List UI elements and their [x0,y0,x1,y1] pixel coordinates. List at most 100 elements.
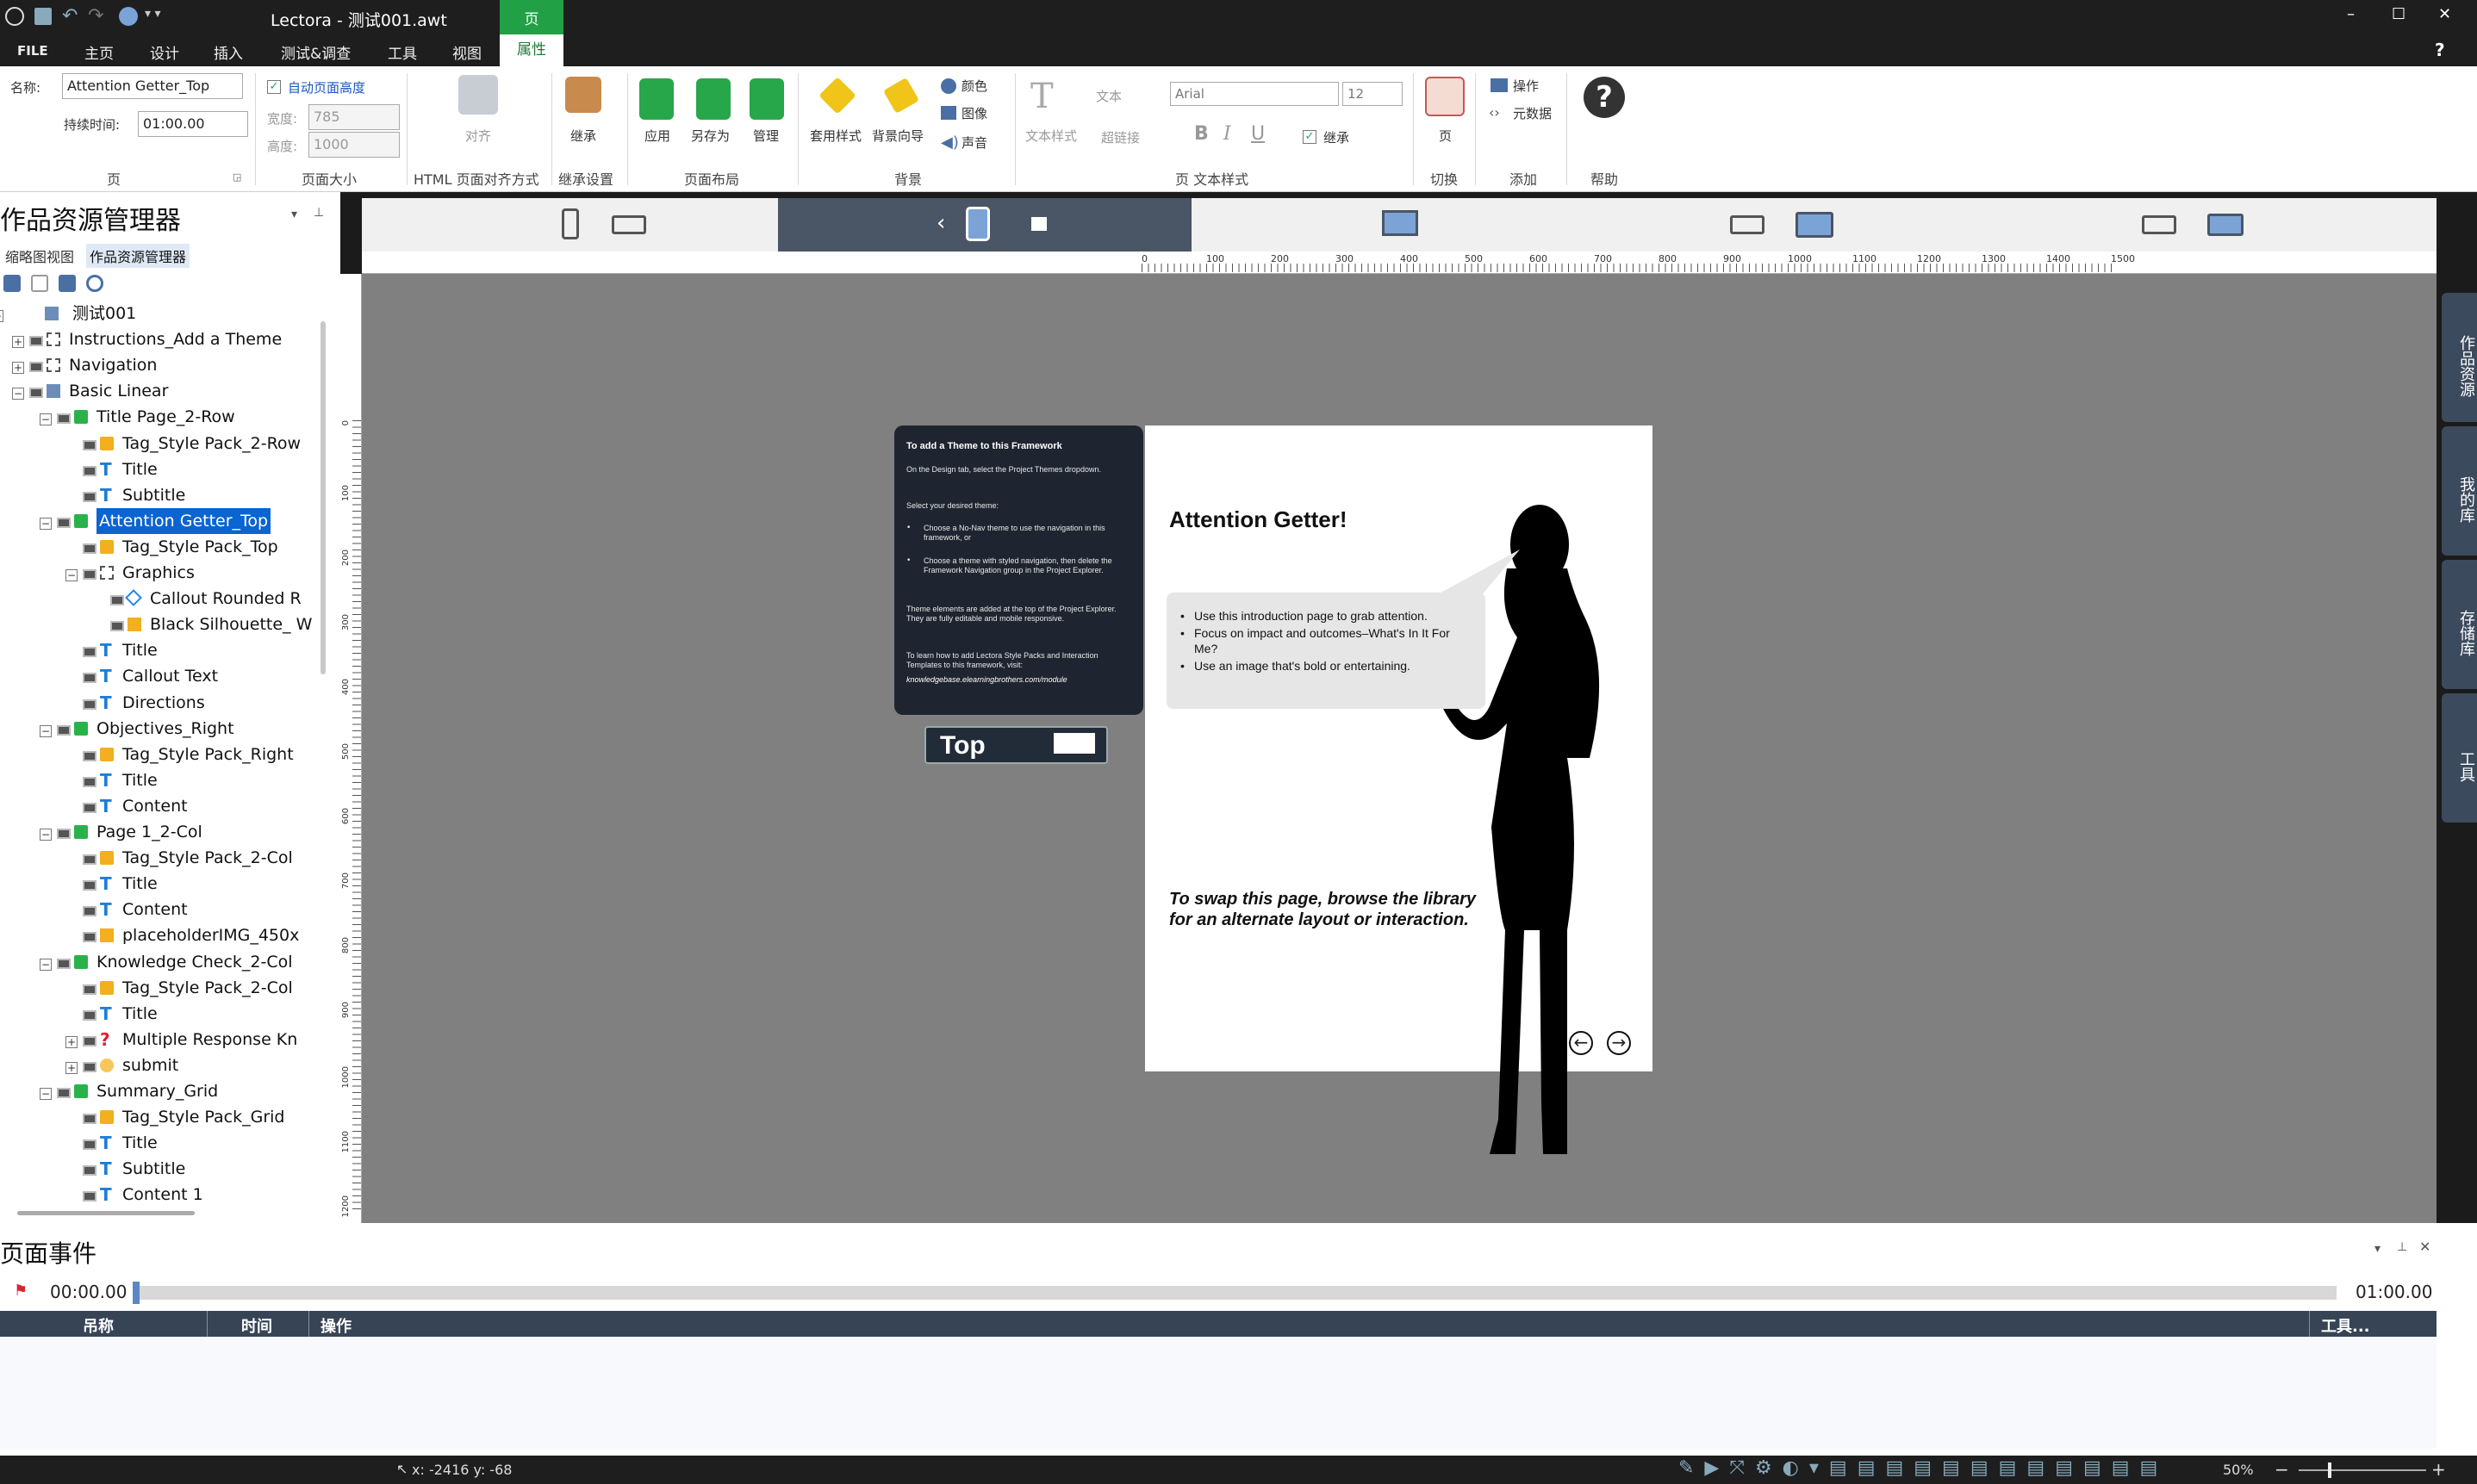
visibility-icon[interactable] [83,750,96,761]
visibility-icon[interactable] [83,1114,96,1125]
visibility-icon[interactable] [83,906,96,917]
expand-toggle-icon[interactable]: + [12,336,24,349]
top-style-tag[interactable]: Top [924,726,1108,764]
apply-layout-icon[interactable] [639,78,674,120]
visibility-icon[interactable] [83,673,96,684]
visibility-icon[interactable] [57,413,71,425]
col-action[interactable]: 操作 [321,1314,352,1337]
tab-repository[interactable]: 存储库 [2442,560,2477,689]
instructions-link[interactable]: knowledgebase.elearningbrothers.com/modu… [906,675,1132,684]
redo-icon[interactable]: ↷ [88,5,103,27]
expand-toggle-icon[interactable]: − [65,569,78,581]
menu-test-survey[interactable]: 测试&调查 [281,41,351,63]
tree-item[interactable]: − Summary_Grid [0,1078,319,1104]
visibility-icon[interactable] [83,1139,96,1151]
action-button[interactable]: 操作 [1513,77,1539,95]
save-icon[interactable] [34,8,52,25]
tree-item[interactable]: Black Silhouette_ W [0,612,319,637]
visibility-icon[interactable] [57,1088,71,1098]
visibility-icon[interactable] [83,699,96,710]
duration-input[interactable]: 01:00.00 [138,111,248,137]
zoom-slider-thumb[interactable] [2328,1462,2331,1478]
panel-menu-icon[interactable]: ▾ [291,208,297,221]
zoom-in-button[interactable]: + [2431,1459,2446,1480]
tab-my-library[interactable]: 我的库 [2442,426,2477,556]
callout-rounded-rectangle[interactable]: • Use this introduction page to grab atte… [1167,550,1520,709]
col-name[interactable]: 吊称 [83,1314,114,1337]
visibility-icon[interactable] [110,621,124,632]
arrow-left-icon[interactable]: ← [1569,1031,1593,1055]
tablet-wide-icon[interactable] [1796,212,1833,238]
background-wizard-button[interactable]: 背景向导 [872,127,924,145]
tree-item[interactable]: − Graphics [0,560,319,586]
auto-height-checkbox[interactable]: ✓ [267,80,281,94]
visibility-icon[interactable] [83,932,96,943]
tree-item[interactable]: Tag_Style Pack_2-Col [0,975,319,1001]
expand-toggle-icon[interactable]: − [40,724,52,737]
visibility-icon[interactable] [83,569,96,580]
tree-item[interactable]: T Content [0,897,319,922]
apply-style-button[interactable]: 套用样式 [810,127,862,145]
transition-page-button[interactable]: 页 [1439,127,1452,145]
events-pin-icon[interactable]: ⊥ [2397,1240,2407,1254]
color-button[interactable]: 颜色 [962,77,987,95]
close-button[interactable]: ✕ [2438,5,2451,23]
expand-toggle-icon[interactable]: − [40,1088,52,1100]
tree-item[interactable]: T Title [0,1001,319,1027]
wide-screen-icon[interactable] [2207,214,2244,236]
desktop-icon[interactable] [1382,210,1418,236]
inherit-icon[interactable] [565,77,601,113]
visibility-icon[interactable] [83,854,96,866]
menu-insert[interactable]: 插入 [214,41,243,63]
visibility-icon[interactable] [110,595,124,606]
visibility-icon[interactable] [83,1061,96,1072]
bold-button[interactable]: B [1194,123,1209,145]
menu-tools[interactable]: 工具 [388,41,417,63]
callout-text[interactable]: • Use this introduction page to grab atte… [1179,608,1472,675]
underline-button[interactable]: U [1251,123,1265,145]
tab-project-resources[interactable]: 作品资源 [2442,293,2477,422]
quick-access-dropdown-icon[interactable]: ▾ ▾ [145,7,161,21]
visibility-icon[interactable] [29,362,43,373]
visibility-icon[interactable] [57,829,71,839]
zoom-slider[interactable] [2299,1469,2426,1471]
tree-item[interactable]: T Directions [0,690,319,716]
arrow-right-icon[interactable]: → [1607,1031,1631,1055]
page-heading[interactable]: Attention Getter! [1169,506,1347,533]
menu-properties[interactable]: 属性 [500,34,563,66]
align-button[interactable]: 对齐 [465,127,491,145]
publish-icon[interactable] [119,7,138,26]
visibility-icon[interactable] [83,1191,96,1202]
events-table-body[interactable] [0,1337,2437,1449]
visibility-icon[interactable] [83,1009,96,1021]
chevron-left-icon[interactable]: ‹ [937,210,945,236]
tree-item[interactable]: T Callout Text [0,663,319,689]
inherit-text-checkbox[interactable]: ✓ [1303,130,1316,144]
visibility-icon[interactable] [83,647,96,658]
tree-item[interactable]: Callout Rounded R [0,586,319,612]
tree-item[interactable]: − Objectives_Right [0,716,319,742]
menu-file[interactable]: FILE [17,43,48,59]
tree-item[interactable]: +? Multiple Response Kn [0,1027,319,1052]
undo-icon[interactable]: ↶ [62,5,78,27]
tablet-portrait-icon[interactable] [966,207,990,241]
visibility-icon[interactable] [57,724,71,736]
font-size-select[interactable]: 12 [1342,82,1403,106]
tree-item[interactable]: − 测试001 [0,301,319,326]
visibility-icon[interactable] [83,1035,96,1046]
save-as-layout-icon[interactable] [696,78,731,120]
tree-item[interactable]: T Title [0,456,319,482]
tree-item[interactable]: T Content [0,793,319,819]
maximize-button[interactable]: ☐ [2392,5,2405,23]
expand-toggle-icon[interactable]: + [65,1061,78,1074]
tree-item[interactable]: Tag_Style Pack_2-Col [0,845,319,871]
tree-item[interactable]: T Title [0,767,319,793]
tree-item[interactable]: Tag_Style Pack_Right [0,742,319,767]
manage-layout-icon[interactable] [750,78,784,120]
visibility-icon[interactable] [83,465,96,476]
apply-button[interactable]: 应用 [644,127,670,145]
tab-explorer[interactable]: 作品资源管理器 [86,244,190,268]
tree-item[interactable]: Tag_Style Pack_Top [0,534,319,560]
tree-item[interactable]: + submit [0,1052,319,1078]
visibility-icon[interactable] [29,336,43,347]
